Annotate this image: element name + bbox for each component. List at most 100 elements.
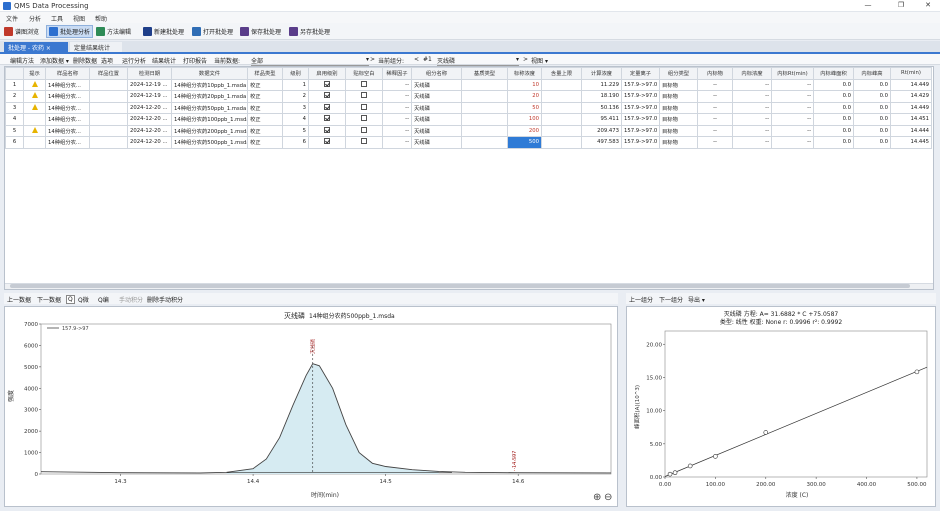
- table-cell[interactable]: 497.583: [581, 136, 622, 149]
- column-header[interactable]: 样品名称: [45, 67, 90, 80]
- table-cell[interactable]: 灭线磷: [411, 101, 462, 114]
- method-edit-button[interactable]: 方法编辑: [94, 25, 133, 38]
- current-data-select[interactable]: 全部 ▾: [251, 56, 369, 66]
- column-header[interactable]: 组分类型: [659, 67, 698, 80]
- enable-level-checkbox-cell[interactable]: [308, 113, 346, 126]
- blank-checkbox[interactable]: [361, 115, 367, 122]
- column-header[interactable]: Rt(min): [890, 67, 932, 80]
- table-cell[interactable]: [89, 78, 128, 91]
- table-cell[interactable]: 0.0: [853, 101, 891, 114]
- table-cell[interactable]: [541, 113, 582, 126]
- zoom-out-icon[interactable]: ⊖: [604, 492, 612, 503]
- open-batch-button[interactable]: 打开批处理: [190, 25, 235, 38]
- table-cell[interactable]: 157.9->97.0: [621, 124, 660, 137]
- enable-level-checkbox[interactable]: [324, 80, 330, 87]
- column-header[interactable]: 内标物: [697, 67, 733, 80]
- run-analysis-button[interactable]: 运行分析: [122, 56, 146, 65]
- table-cell[interactable]: 14种组分农药10ppb_1.msda: [171, 78, 248, 91]
- maximize-button[interactable]: ❐: [895, 1, 907, 9]
- close-button[interactable]: ✕: [922, 1, 934, 9]
- table-cell[interactable]: 2024-12-20 ...: [127, 101, 172, 114]
- blank-checkbox-cell[interactable]: [345, 78, 383, 91]
- zoom-in-icon[interactable]: ⊕: [593, 492, 601, 503]
- table-cell[interactable]: [89, 90, 128, 103]
- column-header[interactable]: 内标峰面积: [813, 67, 854, 80]
- table-cell[interactable]: 6: [282, 136, 309, 149]
- column-header[interactable]: 定量离子: [621, 67, 660, 80]
- table-cell[interactable]: 4: [282, 113, 309, 126]
- enable-level-checkbox[interactable]: [324, 115, 330, 122]
- table-cell[interactable]: --: [732, 78, 772, 91]
- table-cell[interactable]: 14种组分农...: [45, 78, 90, 91]
- table-cell[interactable]: 0.0: [853, 124, 891, 137]
- table-cell[interactable]: 3: [5, 101, 24, 114]
- tab-quant-stats[interactable]: 定量结果统计: [70, 42, 122, 52]
- table-cell[interactable]: 14.449: [890, 78, 932, 91]
- table-cell[interactable]: --: [697, 136, 733, 149]
- calibration-point[interactable]: [672, 470, 678, 475]
- enable-level-checkbox[interactable]: [324, 126, 330, 133]
- table-row[interactable]: 4 14种组分农... 2024-12-20 ... 14种组分农药100ppb_1.…: [5, 113, 932, 126]
- scrollbar-thumb[interactable]: [10, 284, 910, 288]
- column-header[interactable]: 内标浓度: [732, 67, 772, 80]
- prev-data-button[interactable]: 上一数据: [7, 295, 31, 304]
- table-cell[interactable]: [461, 78, 508, 91]
- table-cell[interactable]: 校正: [247, 124, 283, 137]
- table-cell[interactable]: 0.0: [813, 136, 854, 149]
- table-row[interactable]: 3 14种组分农... 2024-12-20 ... 14种组分农药50ppb_1.m…: [5, 101, 932, 114]
- enable-level-checkbox-cell[interactable]: [308, 101, 346, 114]
- column-header[interactable]: 样品位置: [89, 67, 128, 80]
- table-cell[interactable]: 校正: [247, 78, 283, 91]
- table-cell[interactable]: 0.0: [813, 101, 854, 114]
- spectrum-browse-button[interactable]: 谱图浏览: [2, 25, 41, 38]
- table-cell[interactable]: 157.9->97.0: [621, 90, 660, 103]
- result-stats-button[interactable]: 结果统计: [152, 56, 176, 65]
- table-cell[interactable]: [89, 113, 128, 126]
- column-header[interactable]: [5, 67, 24, 80]
- table-cell[interactable]: --: [382, 113, 412, 126]
- calibration-chart[interactable]: 灭线磷 方程: A= 31.6882 * C +75.0587 类型: 线性 权…: [627, 307, 935, 506]
- save-batch-button[interactable]: 保存批处理: [238, 25, 283, 38]
- enable-level-checkbox[interactable]: [324, 138, 330, 145]
- view-menu[interactable]: 视图 ▾: [531, 56, 548, 65]
- warning-cell[interactable]: [23, 101, 46, 114]
- table-cell[interactable]: 0.0: [853, 113, 891, 126]
- enable-level-checkbox-cell[interactable]: [308, 136, 346, 149]
- table-cell[interactable]: 95.411: [581, 113, 622, 126]
- blank-checkbox[interactable]: [361, 126, 367, 133]
- table-cell[interactable]: 校正: [247, 113, 283, 126]
- table-cell[interactable]: 14.445: [890, 136, 932, 149]
- table-cell[interactable]: 157.9->97.0: [621, 101, 660, 114]
- next-component-button[interactable]: >: [523, 56, 528, 63]
- table-cell[interactable]: 灭线磷: [411, 136, 462, 149]
- table-cell[interactable]: 14.429: [890, 90, 932, 103]
- table-cell[interactable]: --: [697, 78, 733, 91]
- menu-analysis[interactable]: 分析: [29, 14, 41, 23]
- table-cell[interactable]: 0.0: [853, 78, 891, 91]
- delete-data-button[interactable]: 删除数据: [73, 56, 97, 65]
- table-row[interactable]: 1 14种组分农... 2024-12-19 ... 14种组分农药10ppb_1.m…: [5, 78, 932, 91]
- save-as-batch-button[interactable]: 另存批处理: [287, 25, 332, 38]
- table-cell[interactable]: 2024-12-19 ...: [127, 90, 172, 103]
- table-cell[interactable]: 14种组分农...: [45, 101, 90, 114]
- table-cell[interactable]: 14种组分农...: [45, 113, 90, 126]
- blank-checkbox-cell[interactable]: [345, 136, 383, 149]
- export-menu[interactable]: 导出 ▾: [688, 295, 705, 304]
- table-cell[interactable]: 校正: [247, 136, 283, 149]
- add-data-button[interactable]: 添加数据 ▾: [40, 56, 69, 65]
- table-cell[interactable]: [541, 90, 582, 103]
- calibration-point[interactable]: [687, 463, 693, 469]
- table-cell[interactable]: 200: [507, 124, 542, 137]
- warning-cell[interactable]: [23, 136, 46, 149]
- new-batch-button[interactable]: 新建批处理: [141, 25, 186, 38]
- column-header[interactable]: 含量上限: [541, 67, 582, 80]
- table-cell[interactable]: 灭线磷: [411, 124, 462, 137]
- delete-manual-integration-button[interactable]: 删除手动积分: [147, 295, 183, 304]
- column-header[interactable]: 贴标空白: [345, 67, 383, 80]
- enable-level-checkbox-cell[interactable]: [308, 90, 346, 103]
- table-cell[interactable]: 14种组分农...: [45, 136, 90, 149]
- table-cell[interactable]: 14.449: [890, 101, 932, 114]
- column-header[interactable]: 内标峰高: [853, 67, 891, 80]
- options-button[interactable]: 选项: [101, 56, 113, 65]
- warning-cell[interactable]: [23, 113, 46, 126]
